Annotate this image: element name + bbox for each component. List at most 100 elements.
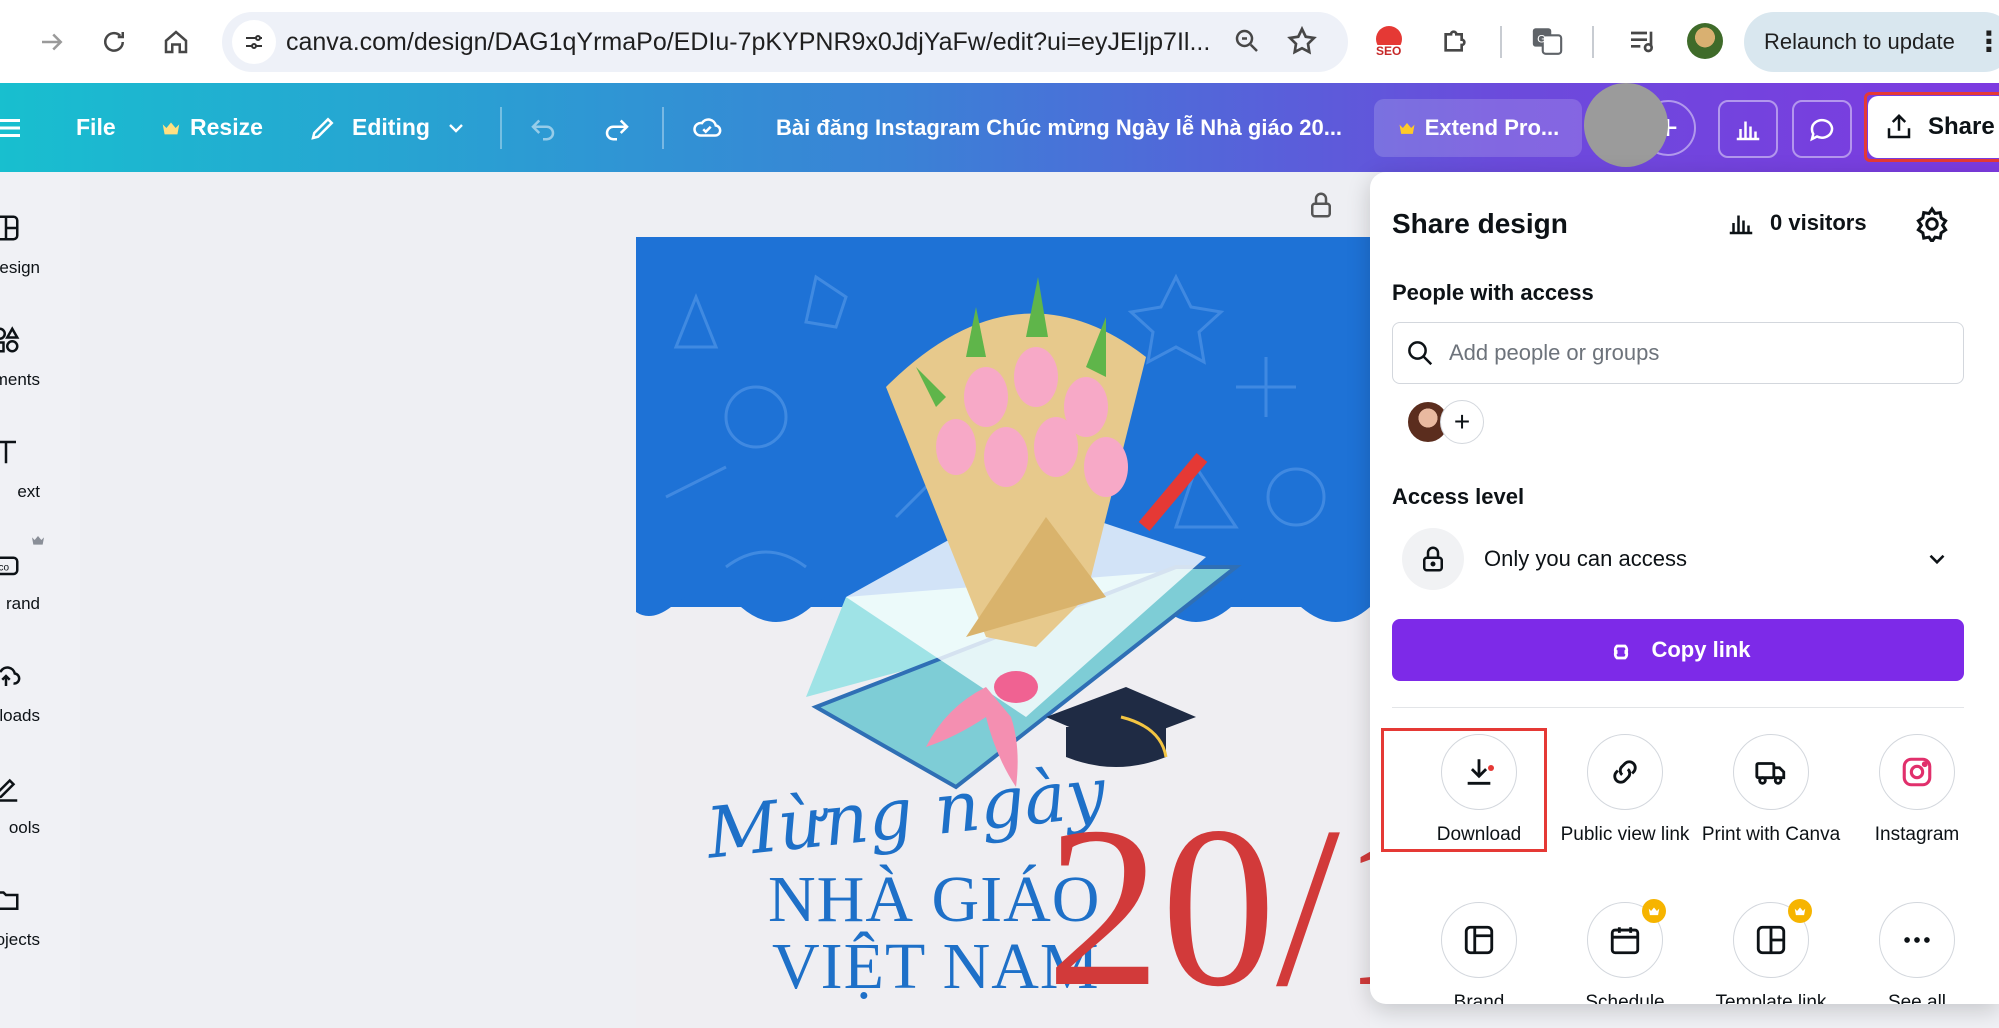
instagram-icon bbox=[1879, 734, 1955, 810]
people-with-access-heading: People with access bbox=[1392, 280, 1594, 305]
site-settings-icon[interactable] bbox=[232, 20, 276, 64]
print-with-canva-label: Print with Canva bbox=[1701, 824, 1841, 845]
cloud-saved-icon[interactable] bbox=[692, 83, 722, 172]
bookmark-star-icon[interactable] bbox=[1286, 25, 1318, 62]
visitors-count: 0 visitors bbox=[1770, 210, 1867, 235]
link-icon bbox=[1587, 734, 1663, 810]
brand-icon: co bbox=[0, 544, 26, 584]
visitors-button[interactable]: 0 visitors bbox=[1726, 208, 1867, 238]
profile-avatar[interactable] bbox=[1684, 20, 1726, 62]
sidebar-item-design[interactable]: esign bbox=[0, 208, 80, 308]
translate-icon[interactable]: G bbox=[1526, 20, 1568, 62]
file-menu[interactable]: File bbox=[76, 83, 116, 172]
extensions-puzzle-icon[interactable] bbox=[1434, 20, 1476, 62]
editing-mode-dropdown[interactable]: Editing bbox=[308, 83, 468, 172]
svg-text:co: co bbox=[0, 562, 10, 573]
seo-extension-icon[interactable]: SEO bbox=[1368, 20, 1410, 62]
more-vert-icon[interactable]: ⋮ bbox=[1975, 28, 1999, 56]
gear-icon[interactable] bbox=[1914, 206, 1950, 247]
elements-icon bbox=[0, 320, 26, 360]
design-poster[interactable]: Mừng ngày NHÀ GIÁO VIỆT NAM 20/11 bbox=[636, 237, 1370, 1028]
panel-divider bbox=[1392, 707, 1964, 708]
sidebar-item-brand[interactable]: co rand bbox=[0, 536, 80, 644]
public-view-link-option[interactable]: Public view link bbox=[1552, 734, 1698, 847]
instagram-option[interactable]: Instagram bbox=[1844, 734, 1990, 847]
cursor-overlay bbox=[1584, 83, 1668, 167]
insights-icon[interactable] bbox=[1718, 100, 1778, 158]
redo-icon[interactable] bbox=[602, 83, 632, 172]
brand-template-icon bbox=[1441, 902, 1517, 978]
download-highlight-box bbox=[1381, 728, 1547, 852]
schedule-label: Schedule bbox=[1585, 992, 1665, 1004]
chevron-down-icon bbox=[449, 123, 463, 133]
chevron-down-icon bbox=[1929, 554, 1945, 565]
design-title[interactable]: Bài đăng Instagram Chúc mừng Ngày lễ Nhà… bbox=[776, 83, 1342, 172]
sidebar-item-projects[interactable]: ojects bbox=[0, 880, 80, 980]
undo-icon[interactable] bbox=[528, 83, 558, 172]
brand-label: Brand bbox=[1453, 992, 1505, 1004]
insights-icon bbox=[1729, 215, 1753, 235]
schedule-option[interactable]: Schedule bbox=[1552, 899, 1698, 1004]
forward-icon[interactable] bbox=[28, 18, 76, 66]
add-people-field[interactable] bbox=[1392, 322, 1964, 384]
search-icon bbox=[1408, 341, 1433, 366]
add-people-input[interactable] bbox=[1449, 340, 1949, 366]
comments-icon[interactable] bbox=[1792, 100, 1852, 158]
sidebar-item-uploads[interactable]: loads bbox=[0, 656, 80, 756]
brand-template-option[interactable]: Brand bbox=[1406, 902, 1552, 1004]
bouquet-illustration bbox=[806, 277, 1242, 790]
sidebar-item-label: ext bbox=[17, 482, 40, 501]
address-bar[interactable]: canva.com/design/DAG1qYrmaPo/EDIu-7pKYPN… bbox=[222, 12, 1348, 72]
sidebar-item-label: ools bbox=[8, 818, 40, 837]
relaunch-button[interactable]: Relaunch to update ⋮ bbox=[1744, 12, 1999, 72]
share-panel-title: Share design bbox=[1392, 208, 1568, 239]
sidebar-item-text[interactable]: ext bbox=[0, 432, 80, 532]
menu-icon[interactable] bbox=[0, 83, 30, 172]
seo-badge-text: SEO bbox=[1376, 44, 1402, 58]
template-icon bbox=[1733, 899, 1812, 978]
left-sidebar: esign ments ext co rand loads ools oject… bbox=[0, 172, 80, 1028]
browser-toolbar: canva.com/design/DAG1qYrmaPo/EDIu-7pKYPN… bbox=[0, 0, 1999, 83]
public-view-link-label: Public view link bbox=[1560, 824, 1690, 845]
calendar-icon bbox=[1587, 899, 1666, 978]
crown-icon bbox=[162, 122, 180, 134]
resize-button[interactable]: Resize bbox=[160, 83, 263, 172]
share-design-panel: Share design 0 visitors People with acce… bbox=[1370, 172, 1999, 1004]
tools-icon bbox=[0, 768, 26, 808]
lock-icon[interactable] bbox=[1306, 190, 1336, 225]
toolbar-divider bbox=[1592, 26, 1594, 58]
sidebar-item-tools[interactable]: ools bbox=[0, 768, 80, 868]
sidebar-item-label: rand bbox=[5, 594, 40, 613]
file-label: File bbox=[76, 114, 116, 140]
more-icon bbox=[1879, 902, 1955, 978]
access-level-select[interactable]: Only you can access bbox=[1392, 524, 1964, 594]
reload-icon[interactable] bbox=[90, 18, 138, 66]
template-link-label: Template link bbox=[1715, 992, 1827, 1004]
options-row-2: Brand Schedule Template link See all bbox=[1370, 892, 1999, 1004]
extend-label: Extend Pro... bbox=[1424, 115, 1560, 140]
add-person-button[interactable]: + bbox=[1440, 400, 1484, 444]
resize-label: Resize bbox=[190, 114, 263, 140]
see-all-option[interactable]: See all bbox=[1844, 902, 1990, 1004]
design-icon bbox=[0, 208, 26, 248]
truck-icon bbox=[1733, 734, 1809, 810]
home-icon[interactable] bbox=[152, 18, 200, 66]
template-link-option[interactable]: Template link bbox=[1698, 899, 1844, 1004]
extend-pro-button[interactable]: Extend Pro... bbox=[1374, 99, 1582, 157]
sidebar-item-label: esign bbox=[0, 258, 40, 277]
svg-text:G: G bbox=[1537, 33, 1546, 45]
relaunch-label: Relaunch to update bbox=[1764, 29, 1955, 54]
instagram-label: Instagram bbox=[1874, 824, 1960, 845]
copy-link-button[interactable]: Copy link bbox=[1392, 619, 1964, 681]
topbar-divider bbox=[662, 107, 664, 149]
see-all-label: See all bbox=[1887, 992, 1947, 1004]
media-controls-icon[interactable] bbox=[1622, 20, 1664, 62]
editing-label: Editing bbox=[352, 114, 430, 140]
sidebar-item-elements[interactable]: ments bbox=[0, 320, 80, 420]
lock-icon bbox=[1402, 528, 1464, 590]
crown-icon bbox=[32, 536, 44, 545]
crown-icon bbox=[1642, 899, 1666, 923]
url-text[interactable]: canva.com/design/DAG1qYrmaPo/EDIu-7pKYPN… bbox=[286, 28, 1226, 57]
zoom-icon[interactable] bbox=[1232, 26, 1262, 61]
print-with-canva-option[interactable]: Print with Canva bbox=[1698, 734, 1844, 847]
